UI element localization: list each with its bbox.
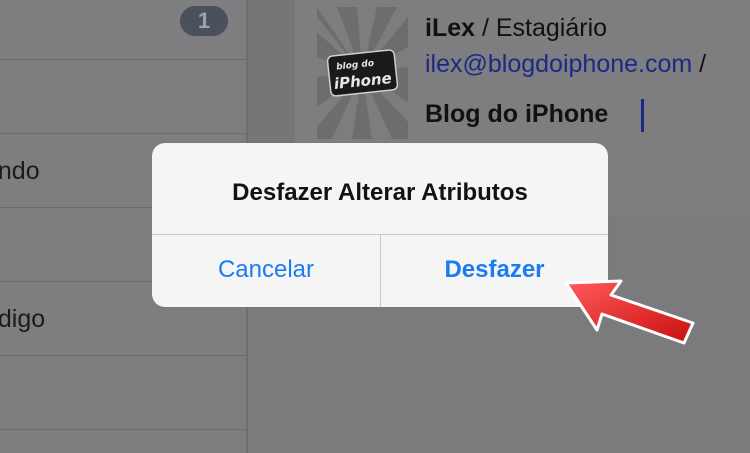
sidebar-item-label: undo xyxy=(0,157,40,185)
sidebar-item[interactable] xyxy=(0,355,246,430)
signature-name-line: iLex / Estagiário xyxy=(425,14,607,43)
signature-email-line: ilex@blogdoiphone.com / xyxy=(425,50,706,79)
cancel-button[interactable]: Cancelar xyxy=(152,235,380,307)
sidebar-item-label: ódigo xyxy=(0,305,46,333)
signature-email-link[interactable]: ilex@blogdoiphone.com xyxy=(425,50,692,78)
signature-name: iLex xyxy=(425,14,476,42)
signature-separator: / xyxy=(475,14,496,42)
sidebar-item[interactable] xyxy=(0,0,246,60)
signature-email-suffix: / xyxy=(692,50,707,78)
sidebar-item[interactable] xyxy=(0,59,246,134)
undo-alert-dialog: Desfazer Alterar Atributos Cancelar Desf… xyxy=(152,143,608,307)
undo-button[interactable]: Desfazer xyxy=(381,235,608,307)
blog-logo-image: blog do iPhone xyxy=(317,7,408,139)
signature-role: Estagiário xyxy=(495,14,608,42)
text-cursor xyxy=(641,99,644,132)
alert-title: Desfazer Alterar Atributos xyxy=(232,179,528,206)
signature-blog-name[interactable]: Blog do iPhone xyxy=(425,100,608,129)
